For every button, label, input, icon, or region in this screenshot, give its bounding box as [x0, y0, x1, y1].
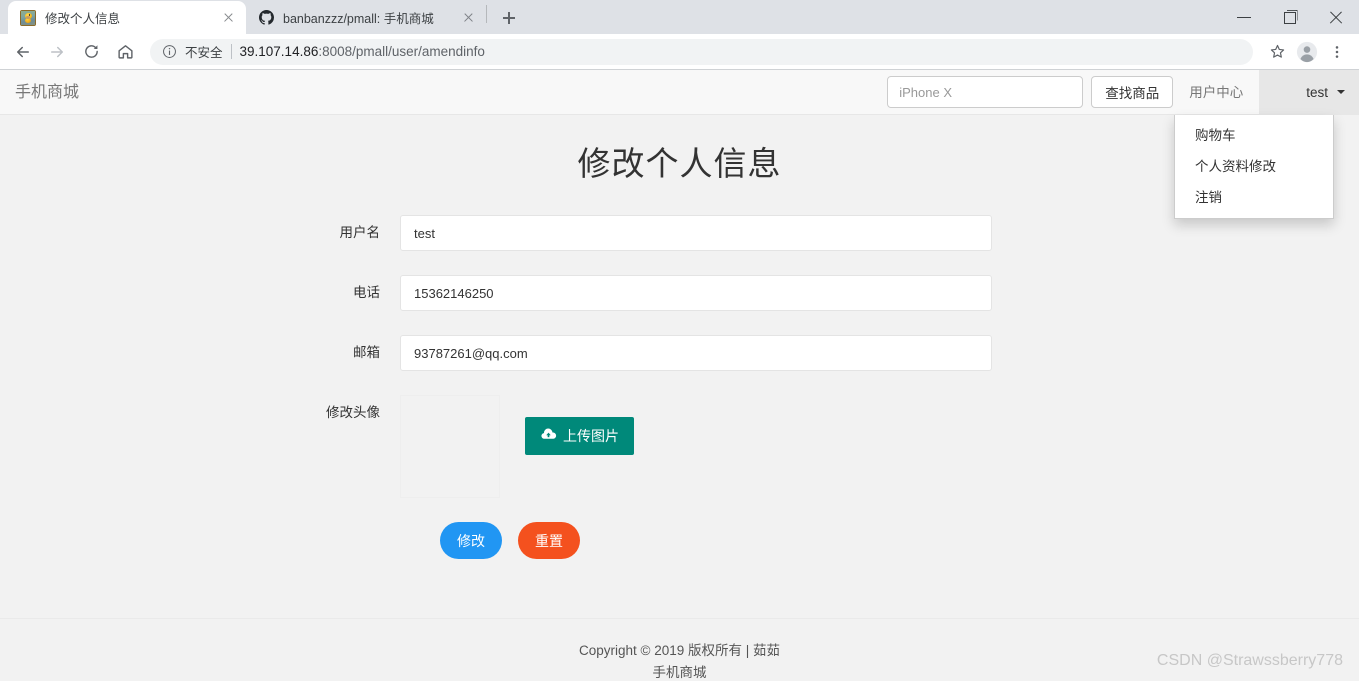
star-icon[interactable]: [1263, 38, 1291, 66]
dropdown-item-profile-edit[interactable]: 个人资料修改: [1175, 151, 1333, 182]
close-icon[interactable]: [460, 10, 476, 26]
avatar-preview: [400, 395, 500, 498]
minimize-icon[interactable]: [1221, 0, 1267, 34]
dropdown-item-logout[interactable]: 注销: [1175, 182, 1333, 213]
tab-divider: [486, 4, 487, 23]
browser-chrome: 修改个人信息 banbanzzz/pmall: 手机商城 不安全 39.107.…: [0, 0, 1359, 70]
github-icon: [258, 10, 274, 26]
footer-divider: [0, 618, 1359, 619]
footer-sitename: 手机商城: [652, 665, 707, 680]
form-label-avatar: 修改头像: [326, 405, 380, 420]
account-icon[interactable]: [1293, 38, 1321, 66]
nav-link-user-center[interactable]: 用户中心: [1173, 70, 1259, 115]
avatar-upload-block: 上传图片: [400, 395, 634, 498]
username-input[interactable]: [400, 215, 992, 251]
browser-tab-active[interactable]: 修改个人信息: [8, 1, 246, 34]
site-footer: Copyright © 2019 版权所有 | 茹茹 手机商城: [0, 640, 1359, 680]
email-input[interactable]: [400, 335, 992, 371]
url-text: 39.107.14.86:8008/pmall/user/amendinfo: [240, 44, 485, 59]
url-path: :8008/pmall/user/amendinfo: [318, 44, 485, 59]
back-arrow-icon[interactable]: [8, 37, 38, 67]
window-controls: [1221, 0, 1359, 34]
form-row-email: 邮箱: [0, 335, 1359, 371]
submit-button[interactable]: 修改: [440, 522, 502, 559]
dropdown-item-cart[interactable]: 购物车: [1175, 120, 1333, 151]
form-row-avatar: 修改头像 上传图片: [0, 395, 1359, 498]
reset-button[interactable]: 重置: [518, 522, 580, 559]
maximize-icon[interactable]: [1267, 0, 1313, 34]
close-icon[interactable]: [220, 10, 236, 26]
profile-form: 用户名 电话 邮箱 修改头像: [0, 215, 1359, 559]
new-tab-button[interactable]: [495, 4, 523, 32]
site-header: 手机商城 查找商品 用户中心 test 购物车 个人资料修改 注销: [0, 70, 1359, 219]
form-row-username: 用户名: [0, 215, 1359, 251]
upload-button-label: 上传图片: [563, 428, 619, 444]
tab-title: banbanzzz/pmall: 手机商城: [283, 12, 434, 26]
search-button[interactable]: 查找商品: [1091, 76, 1174, 108]
form-label-phone: 电话: [353, 285, 380, 300]
user-menu-toggle[interactable]: test: [1259, 70, 1359, 115]
form-label-username: 用户名: [339, 225, 381, 240]
cloud-upload-icon: [540, 426, 557, 446]
omnibox-divider: [230, 44, 232, 59]
three-dot-menu-icon[interactable]: [1323, 38, 1351, 66]
reload-icon[interactable]: [76, 37, 106, 67]
home-icon[interactable]: [110, 37, 140, 67]
header-nav-right: 查找商品 用户中心 test: [887, 70, 1359, 115]
upload-image-button[interactable]: 上传图片: [525, 417, 634, 455]
form-label-email: 邮箱: [353, 345, 380, 360]
user-name-label: test: [1306, 84, 1328, 100]
bee-avatar-icon: [20, 9, 36, 26]
phone-input[interactable]: [400, 275, 992, 311]
footer-copyright: Copyright © 2019 版权所有 | 茹茹: [578, 643, 781, 658]
search-input[interactable]: [887, 76, 1084, 108]
form-row-phone: 电话: [0, 275, 1359, 311]
page-title: 修改个人信息: [577, 145, 782, 182]
avatar: [1271, 78, 1299, 106]
user-dropdown-menu: 购物车 个人资料修改 注销: [1174, 115, 1334, 219]
chevron-down-icon: [1337, 90, 1345, 94]
tab-strip: 修改个人信息 banbanzzz/pmall: 手机商城: [0, 0, 1359, 34]
browser-tab-inactive[interactable]: banbanzzz/pmall: 手机商城: [246, 1, 486, 34]
info-icon[interactable]: [162, 44, 177, 59]
form-actions: 修改 重置: [440, 522, 1359, 559]
page-viewport: 手机商城 查找商品 用户中心 test 购物车 个人资料修改 注销: [0, 70, 1359, 680]
forward-arrow-icon: [42, 37, 72, 67]
browser-toolbar: 不安全 39.107.14.86:8008/pmall/user/amendin…: [0, 34, 1359, 70]
tab-title: 修改个人信息: [45, 12, 121, 26]
csdn-watermark: CSDN @Strawssberry778: [1156, 652, 1343, 669]
security-status: 不安全: [185, 46, 223, 60]
close-icon[interactable]: [1313, 0, 1359, 34]
site-brand[interactable]: 手机商城: [15, 70, 79, 115]
address-bar[interactable]: 不安全 39.107.14.86:8008/pmall/user/amendin…: [150, 38, 1253, 65]
url-host: 39.107.14.86: [239, 44, 319, 59]
